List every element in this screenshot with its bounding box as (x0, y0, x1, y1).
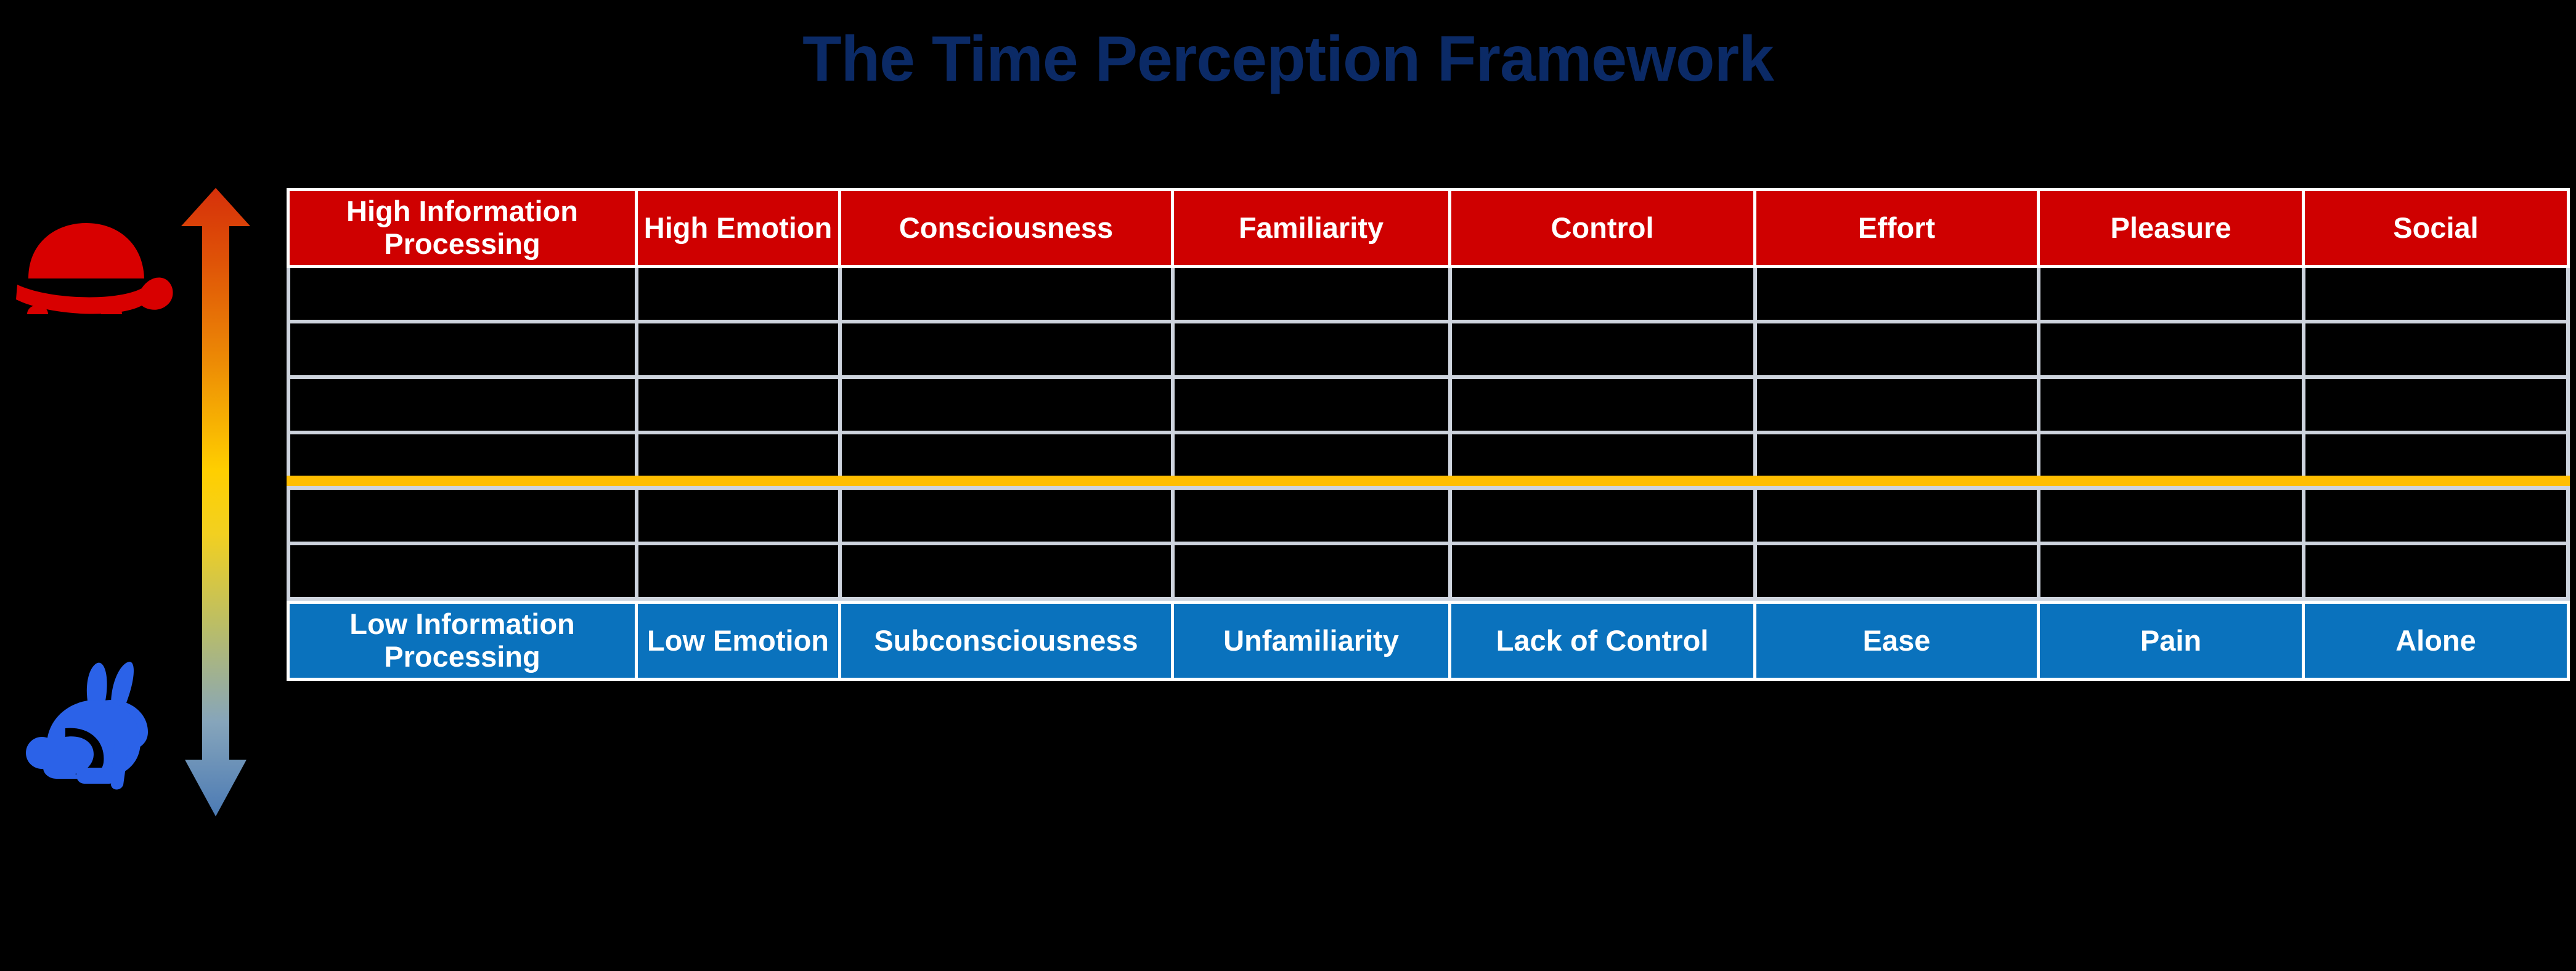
empty-cell (1171, 490, 1448, 545)
empty-cell (2037, 545, 2302, 601)
page-title: The Time Perception Framework (802, 23, 1774, 95)
empty-cell (1448, 379, 1753, 434)
empty-cell (1448, 323, 1753, 379)
empty-cell (1753, 268, 2037, 323)
empty-cell (2302, 323, 2570, 379)
empty-cell (287, 545, 635, 601)
header-cell-consciousness: Consciousness (838, 188, 1171, 268)
table-row-high: High Information Processing High Emotion… (287, 188, 2570, 268)
header-cell-social: Social (2302, 188, 2570, 268)
empty-cell (2037, 379, 2302, 434)
empty-cell (635, 268, 838, 323)
empty-cell (2302, 545, 2570, 601)
header-cell-high-information-processing: High Information Processing (287, 188, 635, 268)
empty-cell (287, 379, 635, 434)
empty-cell (1753, 379, 2037, 434)
table-row-empty (287, 323, 2570, 379)
vertical-gradient-double-arrow-icon (181, 188, 250, 816)
header-cell-control: Control (1448, 188, 1753, 268)
framework-table: High Information Processing High Emotion… (287, 188, 2570, 681)
empty-cell (1753, 545, 2037, 601)
table-row-empty (287, 545, 2570, 601)
table-row-empty (287, 268, 2570, 323)
empty-cell (1448, 490, 1753, 545)
header-cell-effort: Effort (1753, 188, 2037, 268)
empty-cell (2037, 490, 2302, 545)
empty-cell (838, 323, 1171, 379)
empty-cell (1753, 490, 2037, 545)
header-cell-pleasure: Pleasure (2037, 188, 2302, 268)
empty-cell (1171, 268, 1448, 323)
empty-cell (1171, 323, 1448, 379)
empty-cell (287, 490, 635, 545)
amber-midline-divider (287, 476, 2570, 486)
table-row-empty (287, 490, 2570, 545)
empty-cell (1753, 323, 2037, 379)
empty-cell (2037, 323, 2302, 379)
empty-cell (838, 490, 1171, 545)
empty-cell (287, 268, 635, 323)
footer-cell-pain: Pain (2037, 601, 2302, 681)
header-cell-high-emotion: High Emotion (635, 188, 838, 268)
footer-cell-ease: Ease (1753, 601, 2037, 681)
time-perception-axis (0, 176, 283, 816)
empty-cell (838, 545, 1171, 601)
empty-cell (1448, 268, 1753, 323)
footer-cell-alone: Alone (2302, 601, 2570, 681)
rabbit-icon (26, 662, 148, 790)
empty-cell (635, 379, 838, 434)
footer-cell-lack-of-control: Lack of Control (1448, 601, 1753, 681)
empty-cell (838, 379, 1171, 434)
footer-cell-low-emotion: Low Emotion (635, 601, 838, 681)
empty-cell (838, 268, 1171, 323)
empty-cell (635, 490, 838, 545)
footer-cell-unfamiliarity: Unfamiliarity (1171, 601, 1448, 681)
empty-cell (635, 323, 838, 379)
empty-cell (1171, 379, 1448, 434)
empty-cell (635, 545, 838, 601)
empty-cell (1448, 545, 1753, 601)
footer-cell-subconsciousness: Subconsciousness (838, 601, 1171, 681)
empty-cell (2302, 268, 2570, 323)
empty-cell (2302, 379, 2570, 434)
table-row-empty (287, 379, 2570, 434)
table-row-low: Low Information Processing Low Emotion S… (287, 601, 2570, 681)
empty-cell (2037, 268, 2302, 323)
turtle-icon (16, 223, 173, 314)
empty-cell (287, 323, 635, 379)
footer-cell-low-information-processing: Low Information Processing (287, 601, 635, 681)
header-cell-familiarity: Familiarity (1171, 188, 1448, 268)
empty-cell (1171, 545, 1448, 601)
empty-cell (2302, 490, 2570, 545)
